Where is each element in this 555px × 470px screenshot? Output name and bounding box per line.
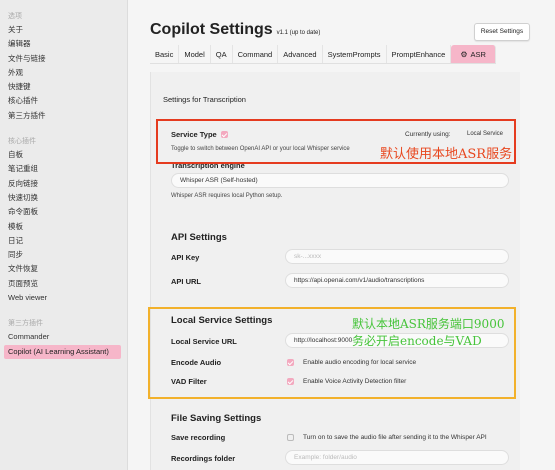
sidebar-item-core-plugins[interactable]: 核心插件 xyxy=(0,94,127,108)
tab-bar: Basic Model QA Command Advanced SystemPr… xyxy=(150,45,496,64)
tab-asr-label: ASR xyxy=(470,50,486,59)
api-url-input[interactable]: https://api.openai.com/v1/audio/transcri… xyxy=(285,273,509,288)
recordings-folder-label: Recordings folder xyxy=(171,454,236,463)
sidebar-item-sync[interactable]: 同步 xyxy=(0,248,127,262)
sidebar-item-appearance[interactable]: 外观 xyxy=(0,66,127,80)
tab-advanced[interactable]: Advanced xyxy=(278,45,323,63)
sidebar-item-note-composer[interactable]: 笔记重组 xyxy=(0,162,127,176)
annotation-green-line2: 务必开启encode与VAD xyxy=(352,334,482,348)
version-label: v1.1 (up to date) xyxy=(276,30,321,36)
tab-asr[interactable]: ⚙ ASR xyxy=(451,45,496,63)
sidebar-item-daily-notes[interactable]: 日记 xyxy=(0,234,127,248)
sidebar-item-commander[interactable]: Commander xyxy=(0,330,127,344)
page-title: Copilot Settings xyxy=(150,21,273,38)
api-url-label: API URL xyxy=(171,277,201,286)
save-recording-text: Turn on to save the audio file after sen… xyxy=(303,434,487,441)
save-recording-label: Save recording xyxy=(171,433,226,442)
settings-sidebar: 选项 关于 编辑器 文件与链接 外观 快捷键 核心插件 第三方插件 核心插件 自… xyxy=(0,0,128,470)
engine-desc: Whisper ASR requires local Python setup. xyxy=(171,193,283,199)
tab-system-prompts[interactable]: SystemPrompts xyxy=(323,45,387,63)
sidebar-item-web-viewer[interactable]: Web viewer xyxy=(0,291,127,305)
api-key-input[interactable]: sk-...xxxx xyxy=(285,249,509,264)
tab-qa[interactable]: QA xyxy=(211,45,233,63)
sidebar-item-command-palette[interactable]: 命令面板 xyxy=(0,205,127,219)
sidebar-item-community-plugins[interactable]: 第三方插件 xyxy=(0,109,127,123)
transcription-engine-select[interactable]: Whisper ASR (Self-hosted) xyxy=(171,173,509,188)
file-saving-heading: File Saving Settings xyxy=(171,413,262,424)
recordings-folder-input[interactable]: Example: folder/audio xyxy=(285,450,509,465)
api-key-label: API Key xyxy=(171,253,200,262)
tab-model[interactable]: Model xyxy=(179,45,211,63)
annotation-green-line1: 默认本地ASR服务端口9000 xyxy=(352,317,505,331)
annotation-red-text: 默认使用本地ASR服务 xyxy=(380,147,513,162)
sidebar-heading-third-party: 第三方插件 xyxy=(8,320,43,328)
tab-prompt-enhance[interactable]: PromptEnhance xyxy=(387,45,452,63)
sidebar-item-editor[interactable]: 编辑器 xyxy=(0,37,127,51)
sidebar-item-quick-switcher[interactable]: 快速切换 xyxy=(0,191,127,205)
sidebar-item-copilot[interactable]: Copilot (AI Learning Assistant) xyxy=(4,344,121,359)
api-settings-heading: API Settings xyxy=(171,232,227,243)
sidebar-item-about[interactable]: 关于 xyxy=(0,23,127,37)
reset-settings-button[interactable]: Reset Settings xyxy=(474,23,530,41)
sidebar-item-backlinks[interactable]: 反向链接 xyxy=(0,177,127,191)
save-recording-checkbox[interactable] xyxy=(287,434,294,441)
settings-main: Copilot Settings v1.1 (up to date) Reset… xyxy=(128,0,555,470)
sidebar-heading-options: 选项 xyxy=(8,13,22,20)
title-row: Copilot Settings v1.1 (up to date) xyxy=(150,21,320,39)
sidebar-item-files-links[interactable]: 文件与链接 xyxy=(0,52,127,66)
sidebar-item-hotkeys[interactable]: 快捷键 xyxy=(0,80,127,94)
gear-icon: ⚙ xyxy=(460,50,468,59)
transcription-settings-label: Settings for Transcription xyxy=(163,95,246,104)
sidebar-item-whiteboard[interactable]: 自板 xyxy=(0,148,127,162)
sidebar-item-templates[interactable]: 模板 xyxy=(0,220,127,234)
sidebar-item-file-recovery[interactable]: 文件恢复 xyxy=(0,262,127,276)
sidebar-item-page-preview[interactable]: 页面预览 xyxy=(0,277,127,291)
tab-command[interactable]: Command xyxy=(233,45,279,63)
sidebar-heading-core: 核心插件 xyxy=(8,138,36,146)
tab-basic[interactable]: Basic xyxy=(150,45,180,63)
